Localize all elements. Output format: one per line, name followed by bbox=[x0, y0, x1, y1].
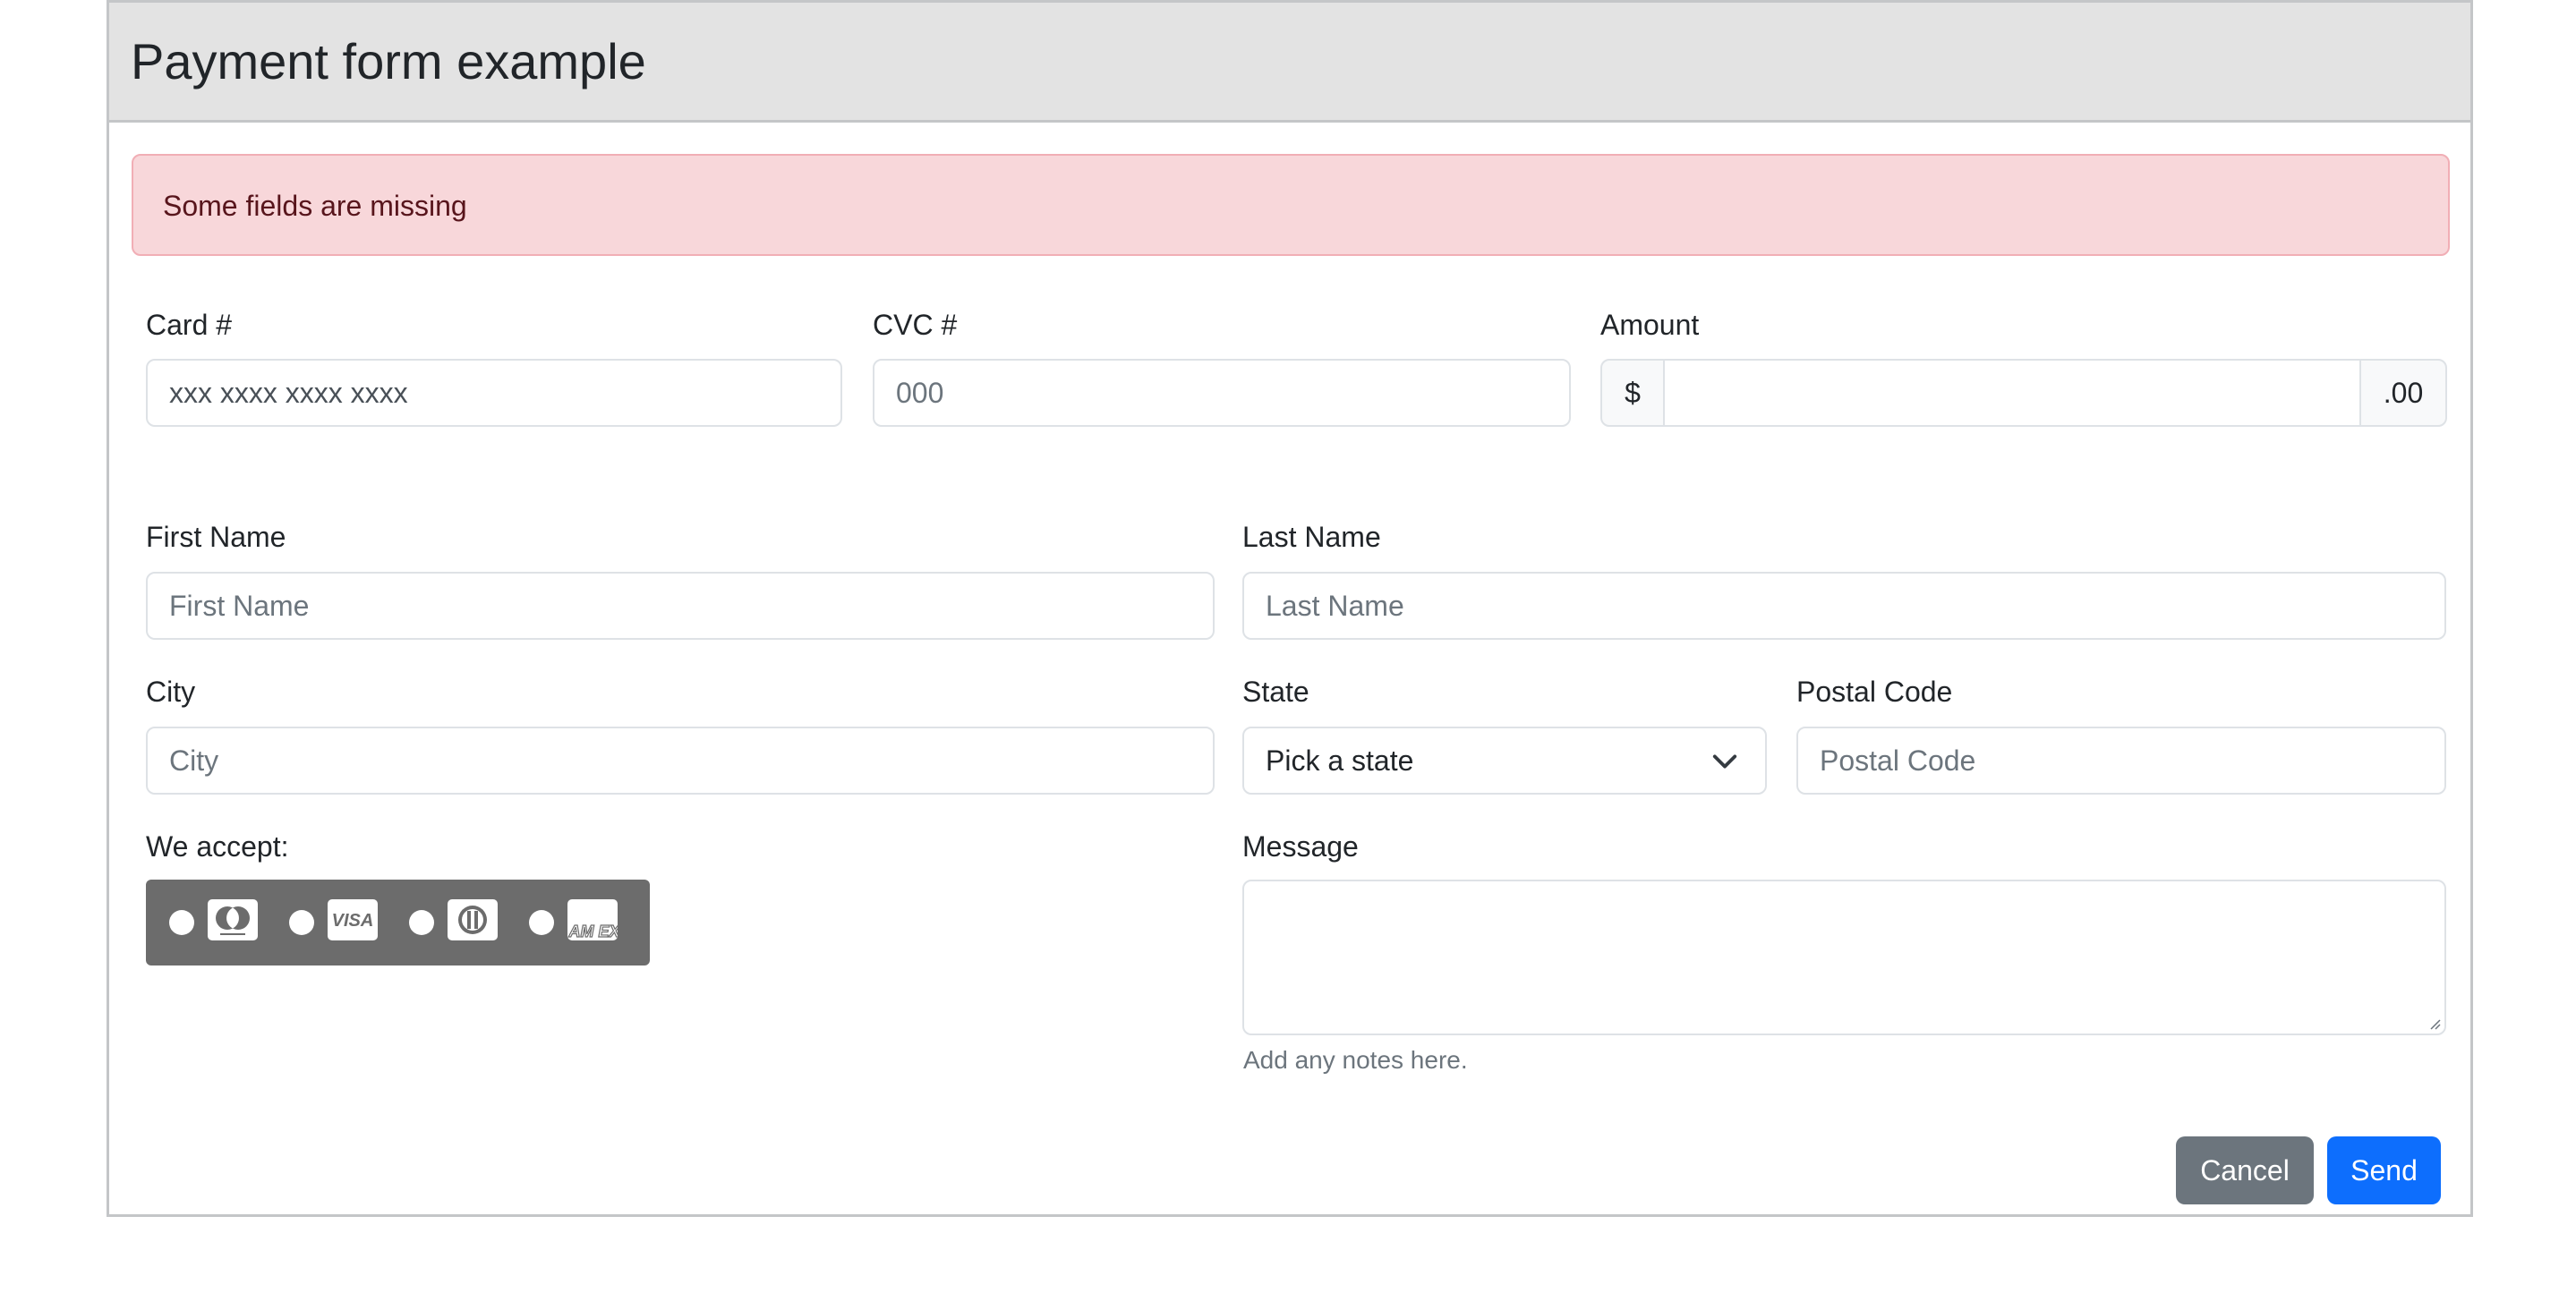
amex-icon-text: AM EX bbox=[567, 923, 618, 940]
state-select[interactable]: Pick a state bbox=[1242, 727, 1767, 795]
amount-input-group: $ .00 bbox=[1600, 359, 2447, 427]
card-number-label: Card # bbox=[146, 309, 233, 341]
city-label: City bbox=[146, 676, 196, 708]
payment-card: Payment form example Some fields are mis… bbox=[107, 0, 2473, 1217]
visa-icon-text: VISA bbox=[332, 911, 374, 931]
postal-code-input[interactable] bbox=[1796, 727, 2446, 795]
cvc-input[interactable] bbox=[873, 359, 1571, 427]
mastercard-icon bbox=[208, 899, 258, 940]
chevron-down-icon bbox=[1712, 754, 1737, 769]
postal-code-label: Postal Code bbox=[1796, 676, 1953, 708]
visa-icon: VISA bbox=[328, 899, 378, 940]
card-type-selector: VISA AM EX bbox=[146, 880, 650, 965]
last-name-input[interactable] bbox=[1242, 572, 2446, 640]
missing-fields-alert: Some fields are missing bbox=[132, 154, 2450, 256]
send-button[interactable]: Send bbox=[2327, 1136, 2441, 1204]
diners-club-radio[interactable] bbox=[409, 910, 434, 935]
first-name-label: First Name bbox=[146, 521, 286, 553]
message-label: Message bbox=[1242, 830, 1359, 863]
state-selected-value: Pick a state bbox=[1266, 744, 1414, 777]
message-help-text: Add any notes here. bbox=[1243, 1046, 1468, 1074]
resize-grip-icon[interactable] bbox=[2428, 1017, 2441, 1030]
cancel-button[interactable]: Cancel bbox=[2176, 1136, 2314, 1204]
dollar-prefix: $ bbox=[1600, 359, 1665, 427]
mastercard-radio[interactable] bbox=[169, 910, 194, 935]
amex-icon: AM EX bbox=[567, 899, 618, 940]
card-number-input[interactable] bbox=[146, 359, 842, 427]
amount-input[interactable] bbox=[1663, 359, 2361, 427]
diners-club-icon bbox=[448, 899, 498, 940]
cvc-label: CVC # bbox=[873, 309, 958, 341]
visa-radio[interactable] bbox=[289, 910, 314, 935]
last-name-label: Last Name bbox=[1242, 521, 1381, 553]
amex-radio[interactable] bbox=[529, 910, 554, 935]
city-input[interactable] bbox=[146, 727, 1215, 795]
state-label: State bbox=[1242, 676, 1309, 708]
card-header: Payment form example bbox=[109, 3, 2470, 123]
amount-label: Amount bbox=[1600, 309, 1700, 341]
message-textarea[interactable] bbox=[1242, 880, 2446, 1035]
page-title: Payment form example bbox=[131, 33, 646, 89]
cents-suffix: .00 bbox=[2359, 359, 2447, 427]
first-name-input[interactable] bbox=[146, 572, 1215, 640]
we-accept-label: We accept: bbox=[146, 830, 289, 863]
